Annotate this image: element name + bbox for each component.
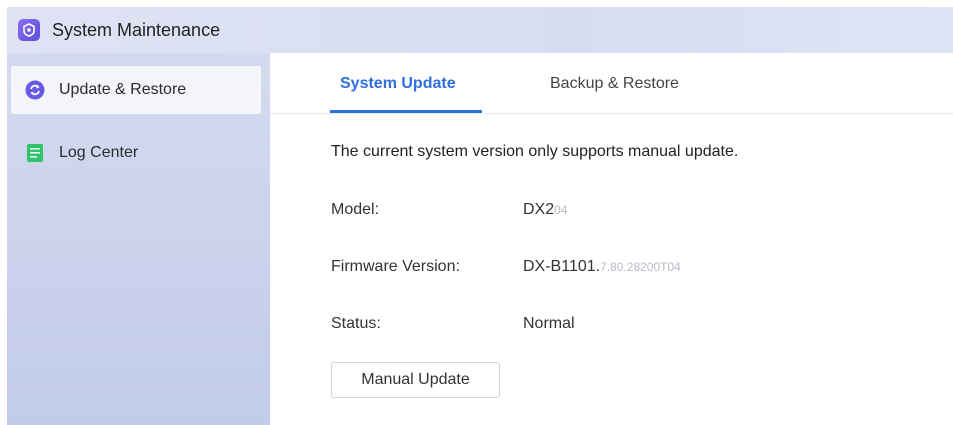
main-panel: System Update Backup & Restore The curre… [270, 53, 953, 425]
update-notice: The current system version only supports… [331, 143, 739, 160]
refresh-icon [25, 80, 45, 100]
manual-update-button[interactable]: Manual Update [331, 362, 500, 398]
window-title: System Maintenance [52, 19, 221, 40]
tab-system-update[interactable]: System Update [340, 75, 456, 93]
firmware-version-label: Firmware Version: [331, 258, 460, 275]
tab-bar: System Update Backup & Restore [270, 53, 953, 114]
sidebar-item-label: Log Center [59, 144, 139, 161]
redacted-text: 04 [554, 203, 568, 217]
status-value: Normal [523, 315, 575, 332]
redacted-text: 7.80.28200T04 [600, 260, 681, 274]
model-value-text: DX2 [523, 201, 555, 218]
sidebar: Update & Restore Log Center [7, 53, 270, 425]
model-label: Model: [331, 201, 380, 218]
firmware-version-text: DX-B1101. [523, 258, 601, 275]
active-tab-indicator [330, 110, 482, 113]
status-label: Status: [331, 315, 381, 332]
sidebar-item-label: Update & Restore [59, 81, 187, 98]
system-maintenance-window: System Maintenance Update & Restore Log … [0, 0, 953, 425]
system-maintenance-icon [18, 19, 40, 41]
sidebar-item-update-restore[interactable]: Update & Restore [11, 66, 261, 114]
firmware-version-value: DX-B1101.7.80.28200T04 [523, 258, 681, 276]
model-value: DX204 [523, 201, 567, 219]
tab-backup-restore[interactable]: Backup & Restore [550, 75, 679, 93]
log-icon [25, 143, 45, 163]
sidebar-item-log-center[interactable]: Log Center [11, 129, 261, 177]
title-bar: System Maintenance [7, 7, 953, 53]
